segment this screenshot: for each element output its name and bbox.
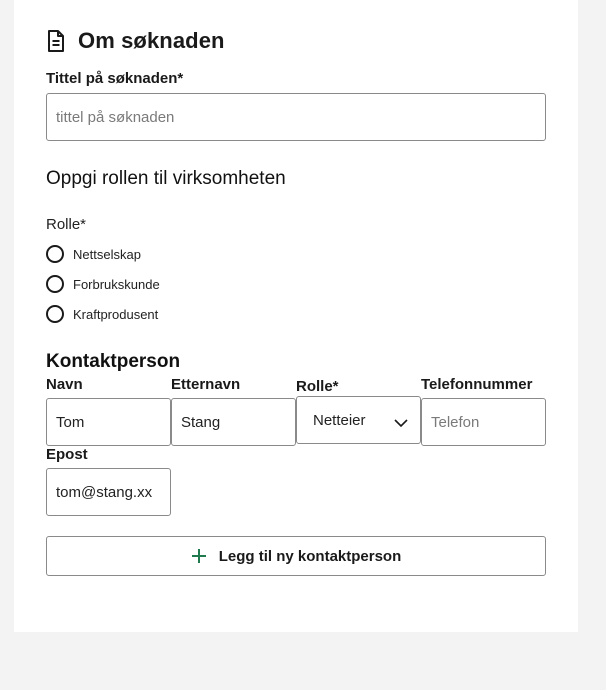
document-icon xyxy=(46,29,66,53)
phone-input[interactable] xyxy=(421,398,546,446)
radio-label-nettselskap: Nettselskap xyxy=(73,246,141,262)
radio-kraftprodusent[interactable]: Kraftprodusent xyxy=(46,305,158,323)
radio-forbrukskunde[interactable]: Forbrukskunde xyxy=(46,275,160,293)
role-field-label: Rolle* xyxy=(46,216,87,233)
email-label: Epost xyxy=(46,446,88,463)
section-header: Om søknaden xyxy=(46,28,225,54)
radio-label-kraftprodusent: Kraftprodusent xyxy=(73,306,159,322)
email-input[interactable] xyxy=(46,468,171,516)
phone-label: Telefonnummer xyxy=(421,376,533,393)
section-title: Om søknaden xyxy=(78,28,225,53)
role-section-heading: Oppgi rollen til virksomheten xyxy=(46,168,286,189)
first-name-input[interactable] xyxy=(46,398,171,446)
last-name-label: Etternavn xyxy=(171,376,241,393)
chevron-down-icon xyxy=(394,415,408,428)
contact-role-select[interactable]: Netteier xyxy=(296,396,421,444)
add-contact-button[interactable]: Legg til ny kontaktperson xyxy=(46,536,546,576)
contact-role-selected: Netteier xyxy=(313,411,366,429)
contact-heading: Kontaktperson xyxy=(46,351,181,372)
radio-button[interactable] xyxy=(46,275,64,293)
application-title-input[interactable] xyxy=(46,93,546,141)
radio-button[interactable] xyxy=(46,305,64,323)
last-name-input[interactable] xyxy=(171,398,296,446)
first-name-label: Navn xyxy=(46,376,83,393)
application-title-label: Tittel på søknaden* xyxy=(46,70,184,87)
contact-role-label: Rolle* xyxy=(296,378,339,395)
plus-icon xyxy=(191,548,207,564)
radio-label-forbrukskunde: Forbrukskunde xyxy=(73,276,160,292)
radio-nettselskap[interactable]: Nettselskap xyxy=(46,245,141,263)
radio-button[interactable] xyxy=(46,245,64,263)
add-contact-label: Legg til ny kontaktperson xyxy=(218,547,402,565)
